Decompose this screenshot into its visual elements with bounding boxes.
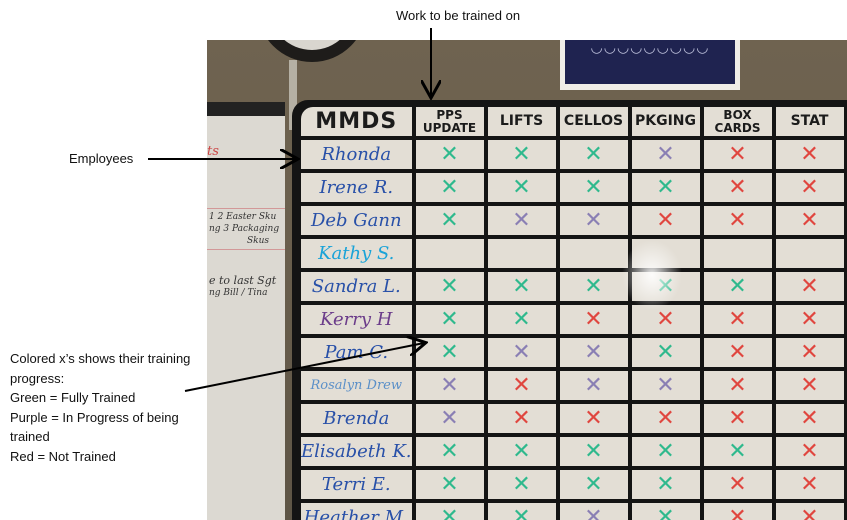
annotation-arrows [148,28,847,392]
arrow-to-marks [184,343,424,392]
